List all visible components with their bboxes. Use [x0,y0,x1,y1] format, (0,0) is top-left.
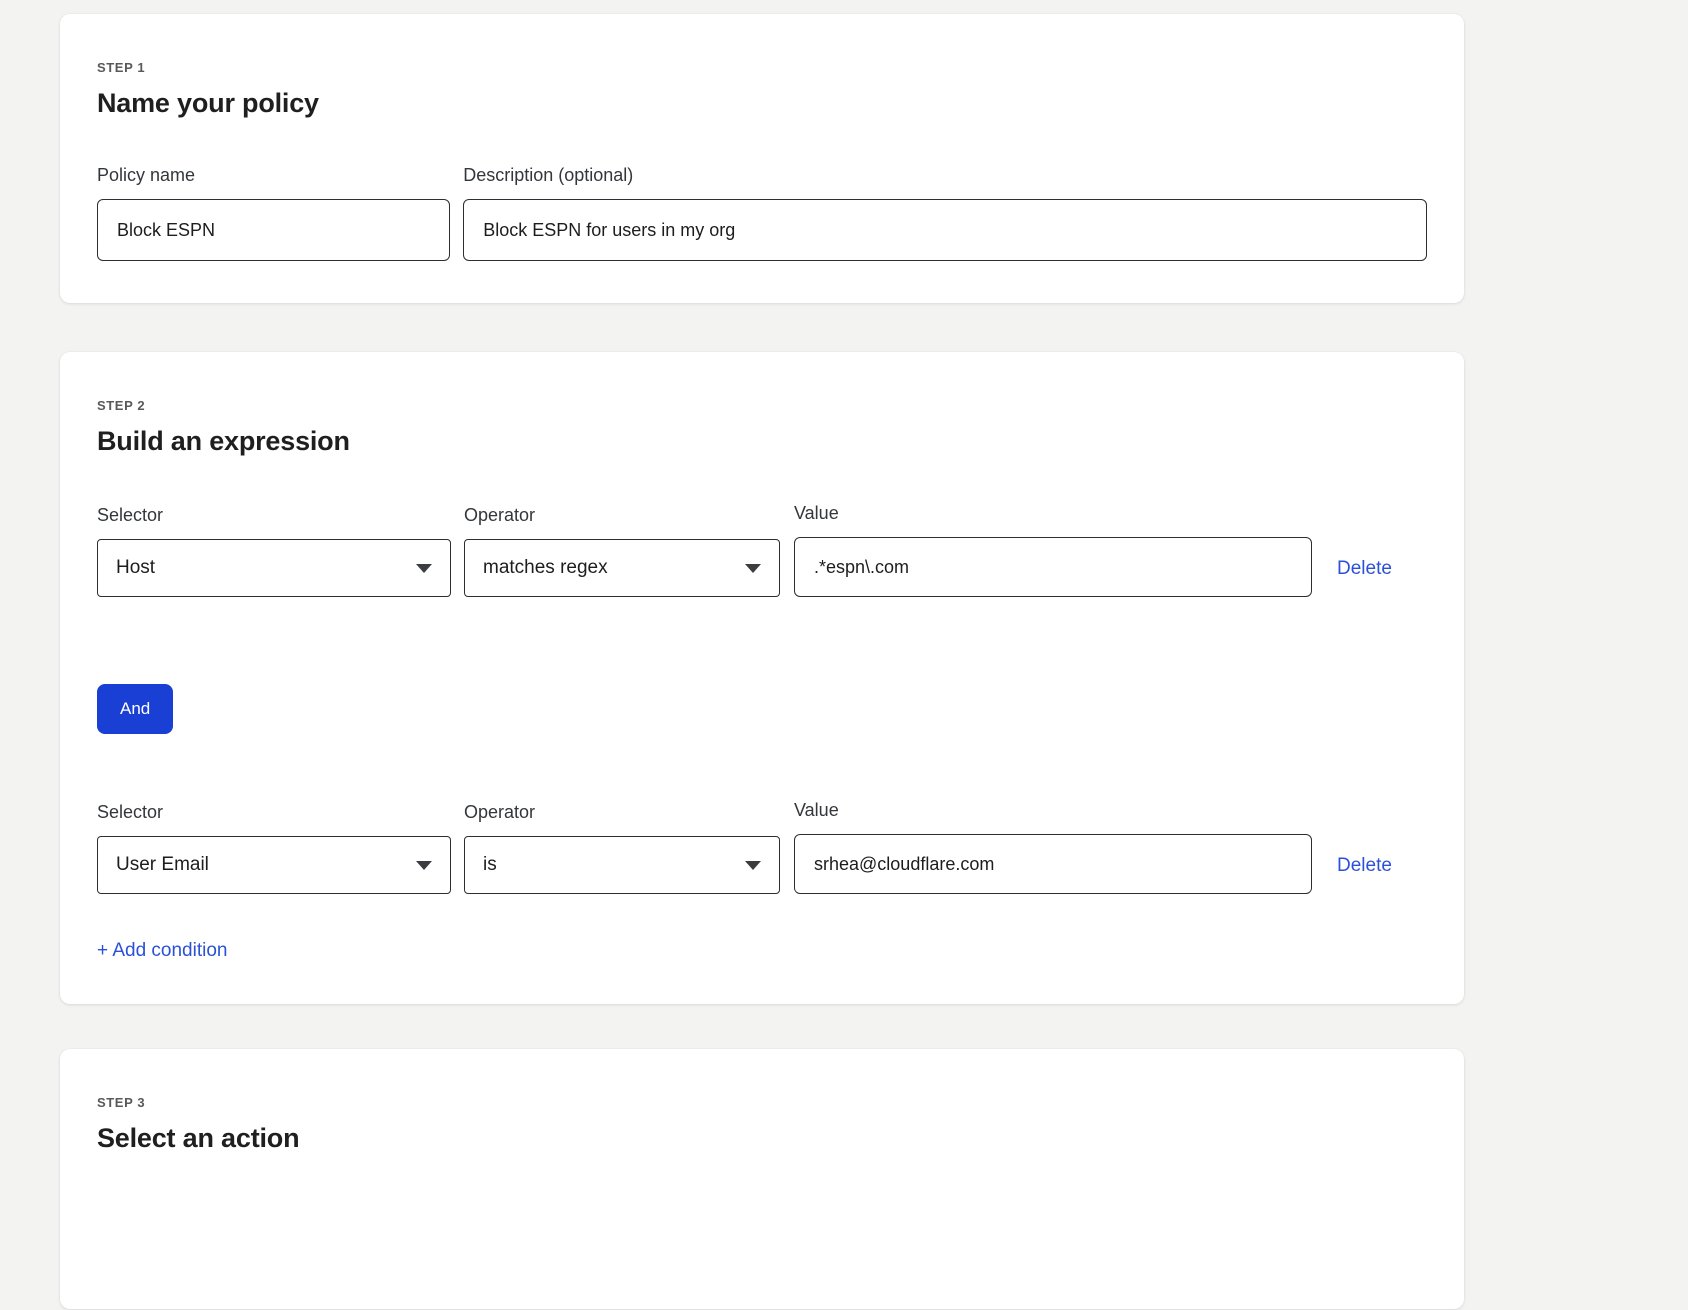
condition-row: Selector User Email Operator is Value De… [97,800,1427,894]
value-label: Value [794,800,1312,821]
policy-name-field: Policy name [97,165,450,261]
operator-dropdown[interactable]: matches regex [464,539,780,597]
operator-label: Operator [464,802,780,823]
chevron-down-icon [416,564,432,573]
step3-card: STEP 3 Select an action [60,1049,1464,1309]
value-field: Value [794,503,1312,597]
operator-dropdown-value: is [483,854,497,876]
chevron-down-icon [745,564,761,573]
operator-dropdown[interactable]: is [464,836,780,894]
selector-dropdown-value: User Email [116,854,209,876]
selector-dropdown-value: Host [116,557,155,579]
delete-condition-link[interactable]: Delete [1337,558,1392,580]
step1-fields-row: Policy name Description (optional) [97,165,1427,261]
selector-label: Selector [97,505,451,526]
value-input[interactable] [794,537,1312,597]
step3-step-label: STEP 3 [97,1095,1427,1110]
selector-label: Selector [97,802,451,823]
step3-title: Select an action [97,1123,1427,1154]
value-input[interactable] [794,834,1312,894]
operator-field: Operator matches regex [464,505,780,597]
description-field: Description (optional) [463,165,1427,261]
condition-row: Selector Host Operator matches regex Val… [97,503,1427,597]
policy-name-input[interactable] [97,199,450,261]
step1-title: Name your policy [97,88,1427,119]
value-field: Value [794,800,1312,894]
chevron-down-icon [416,861,432,870]
step2-card: STEP 2 Build an expression Selector Host… [60,352,1464,1004]
add-condition-row: + Add condition [97,894,1427,962]
description-input[interactable] [463,199,1427,261]
operator-field: Operator is [464,802,780,894]
policy-name-label: Policy name [97,165,450,186]
selector-field: Selector User Email [97,802,451,894]
selector-field: Selector Host [97,505,451,597]
and-button-row: And [97,597,1427,734]
step1-step-label: STEP 1 [97,60,1427,75]
selector-dropdown[interactable]: User Email [97,836,451,894]
step2-title: Build an expression [97,426,1427,457]
operator-dropdown-value: matches regex [483,557,608,579]
and-button[interactable]: And [97,684,173,734]
policy-builder-page: STEP 1 Name your policy Policy name Desc… [0,14,1688,1309]
operator-label: Operator [464,505,780,526]
step1-card: STEP 1 Name your policy Policy name Desc… [60,14,1464,303]
add-condition-link[interactable]: + Add condition [97,940,227,962]
value-label: Value [794,503,1312,524]
delete-condition-link[interactable]: Delete [1337,855,1392,877]
chevron-down-icon [745,861,761,870]
description-label: Description (optional) [463,165,1427,186]
selector-dropdown[interactable]: Host [97,539,451,597]
step2-step-label: STEP 2 [97,398,1427,413]
